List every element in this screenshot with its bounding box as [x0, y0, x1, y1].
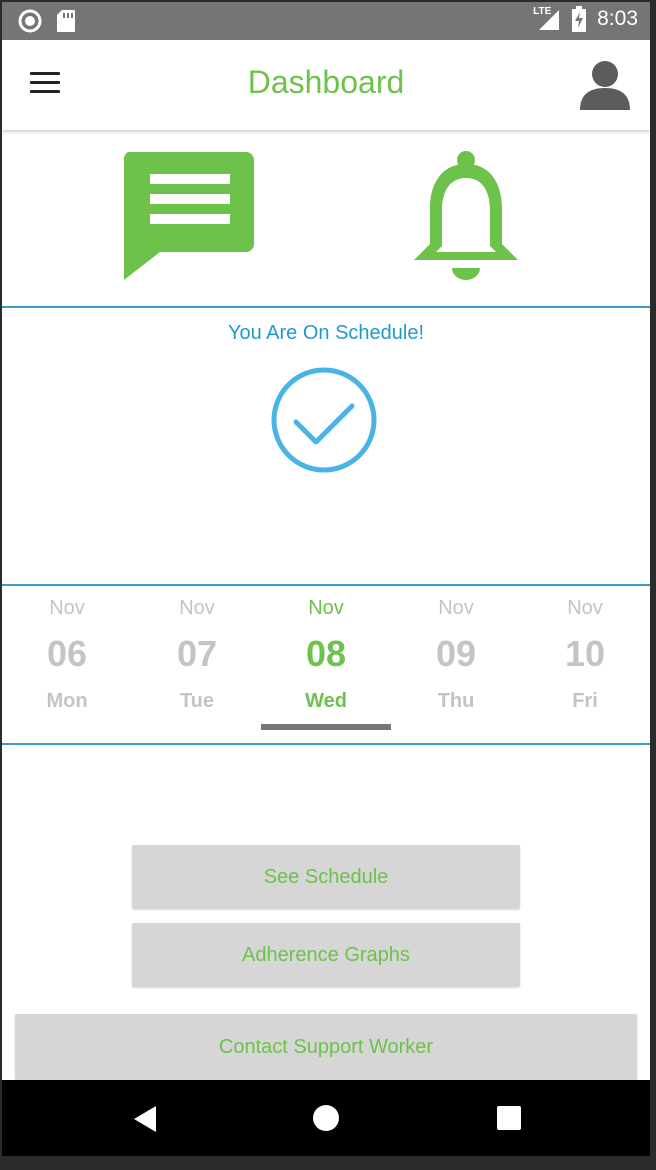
date-picker-strip: Nov 06 Mon Nov 07 Tue Nov 08 Wed Nov 09 … [2, 587, 650, 743]
date-weekday: Tue [179, 690, 215, 712]
divider [2, 584, 650, 586]
schedule-status-text: You Are On Schedule! [227, 322, 425, 344]
date-item-mon[interactable]: Nov 06 Mon [2, 587, 132, 743]
recent-apps-icon[interactable] [496, 1105, 522, 1131]
device-screen: LTE 8:03 Dashboard You Are On Schedule! … [2, 2, 650, 1156]
date-day: 09 [435, 633, 477, 674]
system-nav-bar [2, 1080, 650, 1156]
page-title: Dashboard [247, 64, 405, 100]
status-bar-right: LTE 8:03 [533, 6, 638, 32]
date-weekday: Wed [305, 690, 347, 712]
see-schedule-button[interactable]: See Schedule [132, 845, 520, 909]
back-icon[interactable] [132, 1104, 160, 1134]
date-month: Nov [567, 597, 603, 619]
chat-bubble-icon[interactable] [120, 148, 256, 282]
date-month: Nov [49, 597, 85, 619]
date-month: Nov [438, 597, 474, 619]
date-day: 08 [305, 633, 347, 674]
date-item-thu[interactable]: Nov 09 Thu [391, 587, 521, 743]
check-circle-icon [271, 367, 377, 473]
divider [2, 743, 650, 745]
date-weekday: Fri [572, 690, 598, 712]
record-icon [18, 9, 42, 33]
adherence-graphs-button[interactable]: Adherence Graphs [132, 923, 520, 987]
date-item-fri[interactable]: Nov 10 Fri [520, 587, 650, 743]
date-day: 10 [564, 633, 606, 674]
clock: 8:03 [597, 7, 638, 30]
status-bar-left [18, 9, 76, 33]
battery-charging-icon [572, 6, 587, 32]
contact-support-button[interactable]: Contact Support Worker [15, 1014, 637, 1080]
divider [2, 306, 650, 308]
signal-icon: LTE [533, 6, 561, 32]
date-item-tue[interactable]: Nov 07 Tue [132, 587, 262, 743]
date-item-wed-selected[interactable]: Nov 08 Wed [261, 587, 391, 743]
sd-card-icon [57, 10, 75, 32]
user-avatar-icon[interactable] [578, 58, 632, 112]
date-weekday: Thu [437, 690, 475, 712]
date-month: Nov [179, 597, 215, 619]
home-icon[interactable] [312, 1104, 340, 1132]
bell-icon[interactable] [408, 150, 524, 284]
date-month: Nov [308, 597, 344, 619]
selected-date-indicator [261, 724, 391, 730]
status-bar: LTE 8:03 [2, 2, 650, 40]
date-day: 07 [176, 633, 218, 674]
date-day: 06 [46, 633, 88, 674]
app-bar: Dashboard [2, 40, 650, 130]
quick-actions [2, 130, 650, 306]
date-weekday: Mon [46, 690, 88, 712]
